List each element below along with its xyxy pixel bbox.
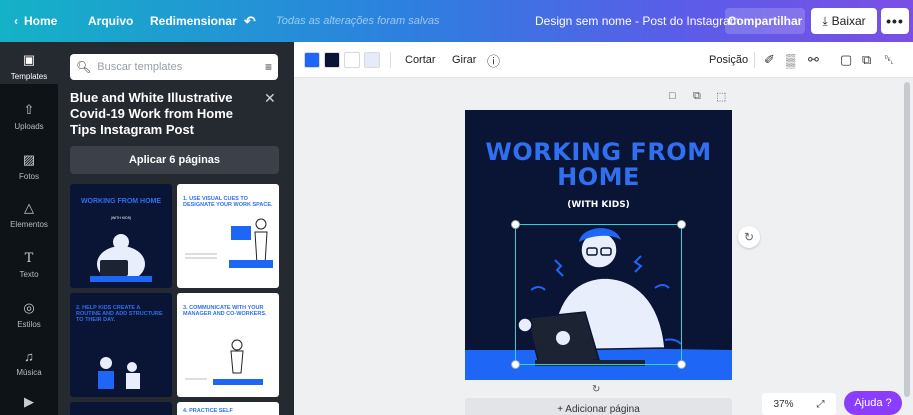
left-rail: ▣ Templates ⇧ Uploads ▨ Fotos △ Elemento… (0, 42, 58, 415)
trash-icon[interactable]: ␡ (884, 42, 894, 78)
more-options-button[interactable]: ••• (881, 8, 909, 34)
download-icon: ⤓ (822, 13, 828, 28)
vertical-scrollbar[interactable] (904, 82, 910, 397)
info-icon[interactable]: ⓘ (487, 42, 500, 78)
photos-icon: ▨ (22, 152, 36, 167)
video-icon: ▶ (24, 394, 34, 409)
rail-item-templates[interactable]: ▣ Templates (0, 42, 58, 84)
rail-item-uploads[interactable]: ⇧ Uploads (0, 100, 58, 131)
illustration (90, 234, 152, 282)
position-button[interactable]: Posição (709, 42, 748, 78)
canva-editor: ‹ Home Arquivo Redimensionar ↶ Todas as … (0, 0, 913, 415)
document-title[interactable]: Design sem nome - Post do Instagram (535, 0, 740, 42)
share-button[interactable]: Compartilhar (725, 8, 805, 34)
download-button[interactable]: ⤓ Baixar (811, 8, 877, 34)
link-icon[interactable]: ⚯ (808, 42, 819, 78)
divider (754, 52, 755, 68)
template-thumbnail[interactable]: 1. USE VISUAL CUES TO DESIGNATE YOUR WOR… (177, 184, 279, 288)
zoom-level[interactable]: 37% (773, 399, 793, 410)
duplicate-page-icon[interactable]: ⧉ (693, 90, 701, 103)
file-menu[interactable]: Arquivo (88, 0, 133, 42)
filter-icon[interactable]: ≡ (265, 60, 272, 74)
illustration (185, 218, 273, 268)
upload-icon: ⇧ (23, 102, 35, 117)
resize-handle[interactable] (677, 360, 686, 369)
color-swatch[interactable] (364, 52, 380, 68)
elements-icon: △ (24, 200, 34, 215)
apply-pages-button[interactable]: Aplicar 6 páginas (70, 146, 279, 174)
rail-item-video[interactable]: ▶ (0, 392, 58, 414)
refresh-icon[interactable]: ↻ (738, 226, 760, 248)
crop-button[interactable]: Cortar (405, 42, 436, 78)
zoom-control[interactable]: 37% ⤢ (762, 393, 836, 415)
divider (390, 52, 391, 68)
rail-item-styles[interactable]: ◎ Estilos (0, 298, 58, 329)
template-thumbnail[interactable]: 2. HELP KIDS CREATE A ROUTINE AND ADD ST… (70, 293, 172, 397)
resize-handle[interactable] (511, 360, 520, 369)
template-search[interactable]: 🔍︎ Buscar templates ≡ (70, 54, 278, 80)
rail-item-photos[interactable]: ▨ Fotos (0, 150, 58, 181)
illustration (98, 357, 140, 389)
add-page-button[interactable]: + Adicionar página (465, 398, 732, 415)
template-thumbnail[interactable] (70, 402, 172, 415)
rail-item-music[interactable]: ♫ Música (0, 346, 58, 378)
template-thumbnail[interactable]: WORKING FROM HOME (WITH KIDS) (70, 184, 172, 288)
styles-icon: ◎ (23, 300, 35, 315)
add-page-icon[interactable]: ⬚ (716, 90, 726, 103)
home-button[interactable]: ‹ Home (14, 0, 57, 42)
template-thumbnail[interactable]: 4. PRACTICE SELF (177, 402, 279, 415)
color-swatch[interactable] (344, 52, 360, 68)
rail-item-text[interactable]: T Texto (0, 248, 58, 280)
resize-handle[interactable] (677, 220, 686, 229)
resize-button[interactable]: Redimensionar (150, 0, 237, 42)
help-button[interactable]: Ajuda ? (844, 391, 902, 415)
fullscreen-icon[interactable]: ⤢ (816, 399, 824, 410)
resize-handle[interactable] (511, 220, 520, 229)
top-bar: ‹ Home Arquivo Redimensionar ↶ Todas as … (0, 0, 913, 42)
selection-box[interactable] (515, 224, 682, 365)
illustration (185, 339, 263, 385)
duplicate-icon[interactable]: ⧉ (862, 42, 871, 78)
music-icon: ♫ (24, 348, 34, 364)
save-status: Todas as alterações foram salvas (276, 15, 440, 27)
chevron-left-icon: ‹ (14, 14, 18, 28)
transparency-icon[interactable]: ▒ (786, 42, 795, 78)
color-swatch[interactable] (324, 52, 340, 68)
templates-icon: ▣ (22, 52, 36, 67)
templates-panel: 🔍︎ Buscar templates ≡ Blue and White Ill… (58, 42, 294, 415)
close-icon[interactable]: ✕ (264, 90, 276, 107)
color-swatch[interactable] (304, 52, 320, 68)
search-icon: 🔍︎ (76, 60, 92, 74)
rotate-icon[interactable]: ↻ (592, 384, 600, 395)
page-notes-icon[interactable]: □ (669, 90, 676, 102)
flip-button[interactable]: Girar (452, 42, 476, 78)
template-title: Blue and White Illustrative Covid-19 Wor… (70, 90, 234, 137)
template-thumbnail[interactable]: 3. COMMUNICATE WITH YOUR MANAGER AND CO-… (177, 293, 279, 397)
lock-icon[interactable]: ▢ (840, 42, 852, 78)
paint-roller-icon[interactable]: ✐ (764, 42, 775, 78)
editor-toolbar: Cortar Girar ⓘ Posição ✐ ▒ ⚯ ▢ ⧉ ␡ (294, 42, 913, 78)
search-input[interactable]: Buscar templates (97, 61, 265, 73)
text-icon: T (24, 250, 34, 266)
rail-item-elements[interactable]: △ Elementos (0, 198, 58, 229)
undo-icon[interactable]: ↶ (244, 0, 256, 42)
